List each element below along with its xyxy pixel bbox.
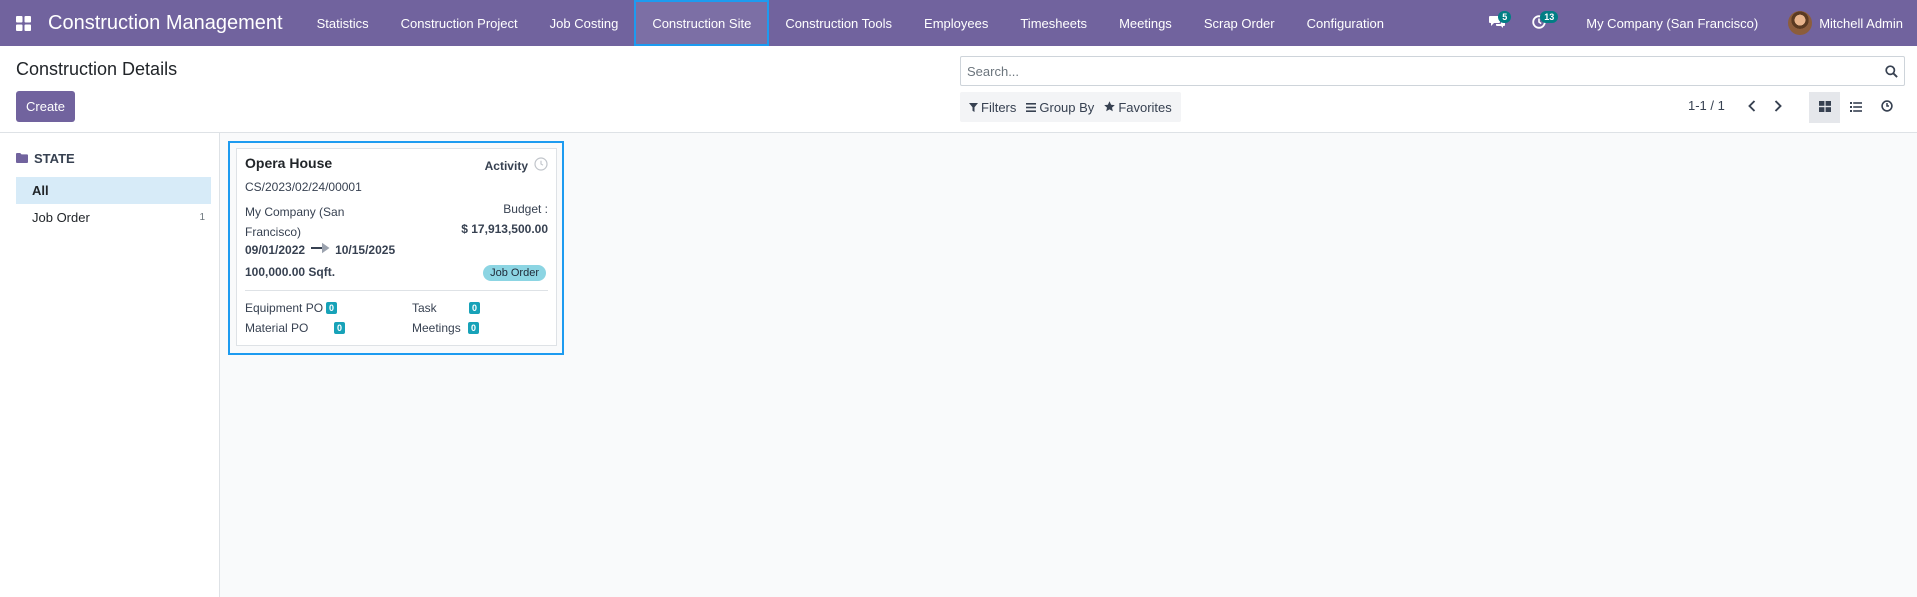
- menu-item-construction-project[interactable]: Construction Project: [385, 0, 534, 46]
- pager-value[interactable]: 1-1 / 1: [1688, 98, 1725, 113]
- activity-label: Activity: [484, 158, 528, 173]
- activity-view-button[interactable]: [1871, 92, 1902, 123]
- menu-item-construction-site[interactable]: Construction Site: [634, 0, 770, 46]
- stat-count-badge: 0: [334, 322, 346, 334]
- state-filter-all[interactable]: All: [16, 177, 211, 204]
- menu-item-timesheets[interactable]: Timesheets: [1004, 0, 1103, 46]
- menu-item-employees[interactable]: Employees: [908, 0, 1004, 46]
- menu-item-statistics[interactable]: Statistics: [301, 0, 385, 46]
- control-panel: Construction Details Create Filters Grou…: [0, 46, 1917, 133]
- card-title: Opera House: [245, 155, 333, 171]
- card-stat-equipment-po[interactable]: Equipment PO 0: [245, 301, 338, 315]
- stat-count-badge: 0: [468, 322, 480, 334]
- state-filter-label: All: [32, 183, 49, 198]
- group-by-button[interactable]: Group By: [1021, 92, 1099, 122]
- card-budget-value: $ 17,913,500.00: [461, 222, 548, 236]
- kanban-view-button[interactable]: [1809, 92, 1840, 123]
- card-budget-label: Budget :: [503, 202, 548, 216]
- group-by-label: Group By: [1039, 99, 1095, 115]
- search-input[interactable]: [961, 57, 1878, 85]
- menu-item-construction-tools[interactable]: Construction Tools: [769, 0, 908, 46]
- user-menu[interactable]: Mitchell Admin: [1788, 11, 1903, 35]
- card-stat-meetings[interactable]: Meetings 0: [412, 321, 480, 335]
- stat-label: Material PO: [245, 321, 309, 335]
- state-filter-label: Job Order: [32, 210, 90, 225]
- avatar: [1788, 11, 1813, 35]
- favorites-button[interactable]: Favorites: [1099, 92, 1176, 122]
- pager-next-button[interactable]: [1764, 92, 1792, 122]
- card-company: My Company (San Francisco): [245, 205, 345, 239]
- card-start-date: 09/01/2022: [245, 242, 306, 257]
- state-filter-job-order[interactable]: Job Order 1: [16, 204, 211, 231]
- card-dates: 09/01/2022 10/15/2025: [245, 242, 395, 257]
- star-icon: [1104, 100, 1118, 115]
- arrow-right-icon: [311, 242, 331, 257]
- filters-label: Filters: [981, 99, 1017, 115]
- menu-item-configuration[interactable]: Configuration: [1291, 0, 1400, 46]
- status-badge: Job Order: [483, 265, 546, 281]
- card-area: 100,000.00 Sqft.: [245, 265, 336, 279]
- filter-icon: [969, 100, 981, 115]
- menu-item-scrap-order[interactable]: Scrap Order: [1188, 0, 1291, 46]
- stat-label: Task: [412, 301, 437, 315]
- card-end-date: 10/15/2025: [335, 242, 396, 257]
- user-name: Mitchell Admin: [1819, 15, 1903, 31]
- pager-previous-button[interactable]: [1738, 92, 1766, 122]
- menu-item-meetings[interactable]: Meetings: [1103, 0, 1188, 46]
- messages-button[interactable]: 5: [1476, 0, 1518, 46]
- card-stat-task[interactable]: Task 0: [412, 301, 481, 315]
- list-icon: [1849, 100, 1862, 115]
- app-brand[interactable]: Construction Management: [48, 12, 283, 35]
- search-options: Filters Group By Favorites: [960, 92, 1181, 122]
- page-title: Construction Details: [16, 59, 178, 79]
- menu-item-job-costing[interactable]: Job Costing: [534, 0, 635, 46]
- apps-menu-button[interactable]: [0, 0, 46, 46]
- create-button[interactable]: Create: [16, 91, 76, 122]
- activity-clock-icon: [534, 157, 548, 174]
- activities-button[interactable]: 13: [1518, 0, 1560, 46]
- stat-count-badge: 0: [326, 302, 338, 314]
- card-divider: [245, 290, 548, 291]
- activity-button[interactable]: Activity: [485, 157, 548, 174]
- search-icon[interactable]: [1878, 57, 1904, 85]
- card-reference: CS/2023/02/24/00001: [245, 180, 362, 194]
- kanban-grid-icon: [1818, 100, 1831, 115]
- search-bar: [960, 56, 1905, 86]
- view-switcher: [1809, 92, 1902, 123]
- chevron-left-icon: [1748, 99, 1756, 115]
- state-filter-header: STATE: [16, 151, 75, 166]
- systray: 5 13 My Company (San Francisco) Mitchell…: [1476, 0, 1917, 46]
- list-view-button[interactable]: [1840, 92, 1871, 123]
- filters-button[interactable]: Filters: [964, 92, 1021, 122]
- state-filter-count: 1: [199, 212, 205, 223]
- card-stat-material-po[interactable]: Material PO 0: [245, 321, 346, 335]
- messages-count-badge: 5: [1498, 11, 1512, 23]
- search-panel: STATE All Job Order 1: [0, 133, 220, 597]
- stat-label: Equipment PO: [245, 301, 324, 315]
- folder-icon: [16, 151, 34, 166]
- main-menu: Statistics Construction Project Job Cost…: [301, 0, 1400, 46]
- top-navbar: Construction Management Statistics Const…: [0, 0, 1917, 46]
- apps-grid-icon: [15, 15, 31, 31]
- favorites-label: Favorites: [1118, 99, 1172, 115]
- list-lines-icon: [1026, 100, 1039, 115]
- kanban-card-opera-house[interactable]: Opera House Activity CS/2023/02/24/00001…: [236, 148, 557, 346]
- state-header-label: STATE: [34, 151, 75, 166]
- chevron-right-icon: [1774, 99, 1782, 115]
- stat-count-badge: 0: [469, 302, 481, 314]
- company-switcher[interactable]: My Company (San Francisco): [1586, 16, 1758, 31]
- stat-label: Meetings: [412, 321, 461, 335]
- activities-count-badge: 13: [1540, 11, 1559, 23]
- clock-icon: [1880, 100, 1893, 115]
